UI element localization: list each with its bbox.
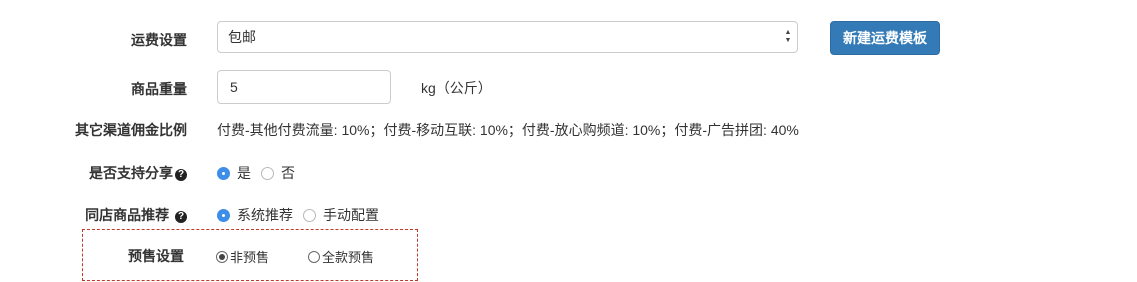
new-shipping-template-button[interactable]: 新建运费模板 [830,21,940,55]
share-option-no-label: 否 [281,165,295,181]
weight-label: 商品重量 [131,81,187,97]
shipping-template-select[interactable]: 包邮 ▲ ▼ [217,21,798,53]
presale-radio-none[interactable] [216,250,228,263]
share-radio-yes[interactable] [217,166,230,180]
recommend-label: 同店商品推荐 [85,207,170,223]
help-icon[interactable]: ? [175,169,187,181]
recommend-option-system-label: 系统推荐 [237,207,293,223]
commission-text: 付费-其他付费流量: 10%；付费-移动互联: 10%；付费-放心购频道: 10… [217,122,799,138]
recommend-label-wrap: 同店商品推荐 ? [85,205,187,225]
shipping-selected-value: 包邮 [228,29,256,45]
recommend-option-manual-label: 手动配置 [323,207,379,223]
share-option-yes-label: 是 [237,165,251,181]
share-label-wrap: 是否支持分享? [89,163,187,183]
recommend-radio-group: 系统推荐 手动配置 [217,205,389,225]
weight-unit: kg（公斤） [421,80,492,96]
presale-option-full-label: 全款预售 [322,250,375,265]
commission-label: 其它渠道佣金比例 [75,122,187,138]
share-radio-group: 是 否 [217,163,305,183]
weight-input[interactable]: 5 [217,70,391,104]
presale-option-none-label: 非预售 [230,250,270,265]
presale-radio-group: 非预售 全款预售 [216,247,374,266]
help-icon[interactable]: ? [175,211,187,223]
presale-label: 预售设置 [128,248,184,264]
recommend-radio-manual[interactable] [303,208,316,222]
share-radio-no[interactable] [261,166,274,180]
shipping-label: 运费设置 [131,32,187,48]
select-arrows-icon: ▲ ▼ [784,29,792,44]
share-label: 是否支持分享 [89,165,173,181]
recommend-radio-system[interactable] [217,208,230,222]
presale-radio-full[interactable] [308,250,321,263]
